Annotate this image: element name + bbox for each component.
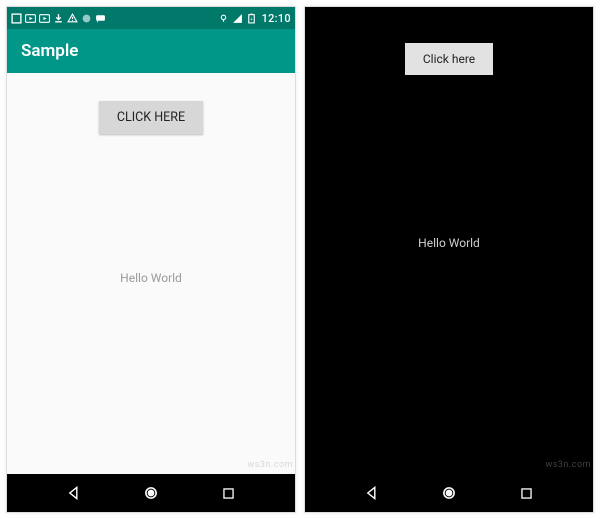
square-icon bbox=[11, 13, 22, 24]
nav-recent-button[interactable] bbox=[516, 482, 538, 504]
status-left bbox=[11, 13, 218, 24]
nav-recent-button[interactable] bbox=[218, 482, 240, 504]
click-here-button[interactable]: CLICK HERE bbox=[99, 101, 203, 134]
location-icon bbox=[218, 13, 229, 24]
circle-icon bbox=[81, 13, 92, 24]
status-clock: 12:10 bbox=[262, 12, 291, 25]
nav-back-button[interactable] bbox=[63, 482, 85, 504]
content-area: CLICK HERE Hello World bbox=[7, 73, 295, 474]
nav-back-button[interactable] bbox=[361, 482, 383, 504]
watermark: ws3n.com bbox=[545, 460, 591, 470]
warning-icon bbox=[67, 13, 78, 24]
status-bar: 12:10 bbox=[7, 7, 295, 29]
status-right: 12:10 bbox=[218, 12, 291, 25]
download-icon bbox=[53, 13, 64, 24]
nav-bar bbox=[305, 474, 593, 512]
status-bar bbox=[305, 7, 593, 29]
hello-world-text: Hello World bbox=[418, 236, 480, 250]
click-here-button[interactable]: Click here bbox=[405, 43, 493, 75]
nav-home-button[interactable] bbox=[140, 482, 162, 504]
nav-bar bbox=[7, 474, 295, 512]
nav-home-button[interactable] bbox=[438, 482, 460, 504]
play-icon bbox=[39, 13, 50, 24]
signal-icon bbox=[232, 13, 243, 24]
play-icon bbox=[25, 13, 36, 24]
message-icon bbox=[95, 13, 106, 24]
watermark: ws3n.com bbox=[247, 460, 293, 470]
battery-icon bbox=[246, 13, 257, 24]
app-bar: Sample bbox=[7, 29, 295, 73]
content-area: Click here Hello World bbox=[305, 29, 593, 474]
app-title: Sample bbox=[21, 41, 78, 61]
phone-light: 12:10 Sample CLICK HERE Hello World ws3n… bbox=[6, 6, 296, 513]
hello-world-text: Hello World bbox=[120, 271, 182, 285]
phone-dark: Click here Hello World ws3n.com bbox=[304, 6, 594, 513]
